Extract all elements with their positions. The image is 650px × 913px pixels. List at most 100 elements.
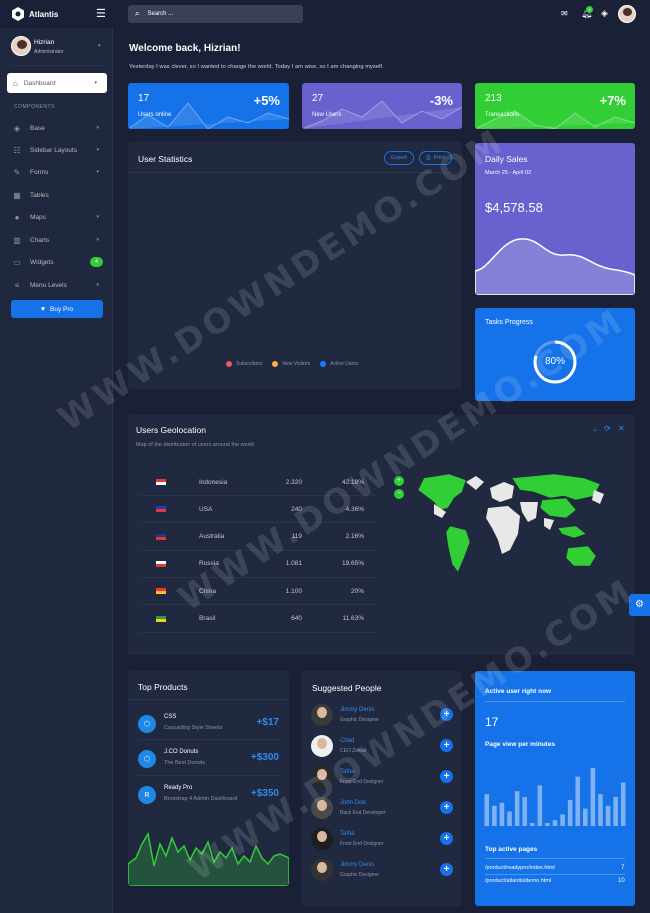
product-price: +$350 <box>250 788 279 799</box>
nav-item-sidebar-layouts[interactable]: ☷ Sidebar Layouts ▾ <box>0 139 113 161</box>
page-url[interactable]: /product/readypro/index.html <box>485 865 555 871</box>
buy-pro-button[interactable]: ♥ Buy Pro <box>11 300 103 318</box>
add-person-button[interactable]: + <box>440 708 453 721</box>
brand-name[interactable]: Atlantis <box>29 10 58 19</box>
search-input[interactable]: ⌕ Search ... <box>128 5 303 23</box>
avatar[interactable] <box>311 766 333 788</box>
country-name: China <box>199 587 216 595</box>
flag-icon <box>156 588 166 595</box>
tasks-progress-card: Tasks Progress 80% <box>475 308 635 401</box>
person-role: Graphic Designer <box>340 872 379 878</box>
chevron-down-icon: ▾ <box>96 282 99 288</box>
person-name[interactable]: Chad <box>340 738 354 744</box>
divider <box>485 874 625 875</box>
add-person-button[interactable]: + <box>440 832 453 845</box>
pageview-bar <box>514 791 520 826</box>
add-person-button[interactable]: + <box>440 770 453 783</box>
nav-item-widgets[interactable]: ▭ Widgets 4 <box>0 251 113 273</box>
nav-item-label: Charts <box>30 236 50 244</box>
stat-label: Users online <box>138 112 172 118</box>
card-title: Users Geolocation <box>136 425 206 435</box>
page-url[interactable]: /product/atlantis/demo.html <box>485 878 551 884</box>
nav-item-tables[interactable]: ▦ Tables <box>0 184 113 206</box>
nav-item-base[interactable]: ◈ Base ▾ <box>0 117 113 139</box>
person-name[interactable]: Jimmy Denis <box>340 862 374 868</box>
user-count: 1.100 <box>285 587 302 595</box>
nav-dashboard[interactable]: ⌂ Dashboard ▾ <box>7 73 107 93</box>
pageview-bar <box>598 794 603 826</box>
logo-icon <box>12 7 24 21</box>
avatar[interactable] <box>311 797 333 819</box>
user-percent: 11.63% <box>342 615 364 622</box>
stat-value: 213 <box>485 93 502 104</box>
card-title: Suggested People <box>312 683 382 693</box>
zoom-in-button[interactable]: + <box>394 476 404 486</box>
avatar[interactable] <box>311 859 333 881</box>
nav-item-charts[interactable]: ▥ Charts ▾ <box>0 229 113 251</box>
chevron-down-icon: ▾ <box>96 237 99 243</box>
page-count: 7 <box>621 865 625 871</box>
search-icon[interactable]: ⌕ <box>135 9 139 19</box>
divider <box>485 701 625 702</box>
avatar[interactable] <box>311 828 333 850</box>
buy-pro-label: Buy Pro <box>50 305 74 313</box>
pageview-bar <box>583 808 588 826</box>
user-avatar[interactable] <box>618 5 636 23</box>
add-person-button[interactable]: + <box>440 739 453 752</box>
chart-bar-icon: ▥ <box>13 235 21 245</box>
avatar[interactable] <box>11 36 31 56</box>
avatar[interactable] <box>311 704 333 726</box>
country-name: Russia <box>199 560 219 568</box>
person-name[interactable]: Talha <box>340 831 354 837</box>
person-role: Front End Designer <box>340 841 384 847</box>
product-name: Ready Pro <box>164 785 193 791</box>
person-name[interactable]: Talha <box>340 769 354 775</box>
user-name[interactable]: Hizrian <box>34 39 54 46</box>
search-placeholder: Search ... <box>147 11 174 17</box>
divider <box>485 858 625 859</box>
nav-section-label: COMPONENTS <box>14 104 55 110</box>
nav-item-maps[interactable]: ● Maps ▾ <box>0 206 113 228</box>
layers-icon[interactable]: ◈ <box>601 8 608 19</box>
menu-toggle-icon[interactable]: ☰ <box>96 7 106 20</box>
divider <box>128 172 462 173</box>
person-name[interactable]: Jimmy Denis <box>340 707 374 713</box>
country-name: Indonesia <box>199 478 228 486</box>
nav-item-menu-levels[interactable]: ≡ Menu Levels ▾ <box>0 274 113 296</box>
chevron-down-icon: ▾ <box>94 80 97 86</box>
product-price: +$17 <box>256 717 279 728</box>
add-person-button[interactable]: + <box>440 801 453 814</box>
user-percent: 4.36% <box>345 505 364 513</box>
collapse-icon[interactable]: ⌄ <box>592 425 598 433</box>
settings-button[interactable]: ⚙ <box>629 594 650 616</box>
refresh-icon[interactable]: ⟳ <box>604 424 611 433</box>
envelope-icon[interactable]: ✉ <box>561 9 568 18</box>
stat-change: +7% <box>599 93 626 108</box>
user-count: 2.320 <box>285 478 302 486</box>
pageview-bar <box>545 823 550 826</box>
pageview-bar <box>552 820 558 826</box>
export-button[interactable]: Export <box>384 151 414 165</box>
chevron-down-icon: ▾ <box>96 147 99 153</box>
nav-item-forms[interactable]: ✎ Forms ▾ <box>0 161 113 183</box>
person-item: Talha Front End Designer + <box>311 766 461 796</box>
table-row: China 1.100 20% <box>140 578 376 606</box>
zoom-out-button[interactable]: − <box>394 489 404 499</box>
legend-dot <box>320 361 327 367</box>
product-item[interactable]: R Ready Pro Bootstrap 4 Admin Dashboard +$3… <box>138 782 283 816</box>
chevron-down-icon[interactable]: ▾ <box>98 43 101 49</box>
print-label: Print <box>433 155 445 161</box>
world-map[interactable] <box>404 468 614 588</box>
stat-change: -3% <box>429 93 453 108</box>
nav-item-label: Base <box>30 124 45 132</box>
person-name[interactable]: John Doe <box>340 800 366 806</box>
avatar[interactable] <box>311 735 333 757</box>
print-button[interactable]: ⎙ Print <box>419 151 452 165</box>
add-person-button[interactable]: + <box>440 863 453 876</box>
pen-square-icon: ✎ <box>13 167 21 177</box>
pageview-bar-chart <box>484 768 626 826</box>
person-item: Chad CEO Zeleaf + <box>311 735 461 765</box>
close-icon[interactable]: ✕ <box>618 424 625 433</box>
th-list-icon: ☷ <box>13 145 21 155</box>
pageview-bar <box>560 814 565 826</box>
